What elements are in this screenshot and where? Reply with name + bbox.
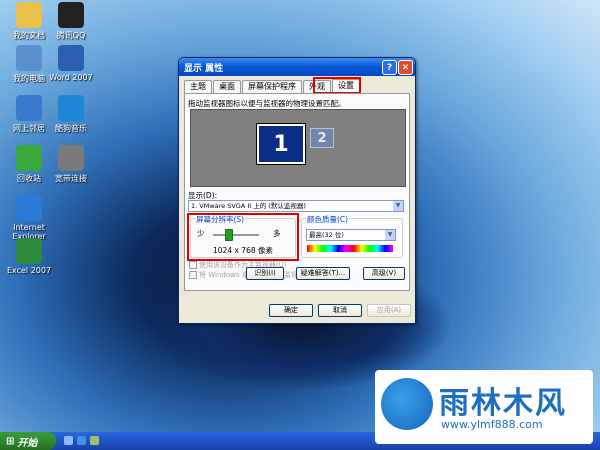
- tab-desktop[interactable]: 桌面: [213, 80, 241, 93]
- computer-icon: [16, 45, 42, 71]
- desktop-icon-label: 酷狗音乐: [55, 124, 87, 133]
- help-button[interactable]: ?: [382, 60, 397, 75]
- qq-penguin-icon: [58, 2, 84, 28]
- broadband-icon: [58, 145, 84, 171]
- troubleshoot-button[interactable]: 疑难解答(T)...: [296, 267, 350, 280]
- display-select-value: 1. VMware SVGA II 上的 (默认监视器): [191, 202, 306, 210]
- display-properties-dialog: 显示 属性 ? ✕ 主题 桌面 屏幕保护程序 外观 设置 拖动监视器图标以便与监…: [178, 57, 416, 324]
- color-quality-value: 最高(32 位): [309, 231, 344, 239]
- apply-button[interactable]: 应用(A): [367, 304, 411, 317]
- settings-panel: 拖动监视器图标以便与监视器的物理设置匹配。 1 2 显示(D): 1. VMwa…: [184, 93, 410, 291]
- identify-button[interactable]: 识别(I): [246, 267, 284, 280]
- start-label: 开始: [17, 437, 38, 449]
- chevron-down-icon: ▼: [385, 230, 395, 240]
- desktop-icon[interactable]: 腾讯QQ: [44, 2, 98, 41]
- cancel-button[interactable]: 取消: [318, 304, 362, 317]
- color-quality-title: 颜色质量(C): [306, 214, 350, 225]
- show-desktop-icon[interactable]: [64, 436, 73, 445]
- checkbox-box: [189, 271, 197, 279]
- ylmf-logo-icon: [381, 378, 433, 430]
- desktop-icon-label: Excel 2007: [6, 266, 52, 275]
- media-quicklaunch-icon[interactable]: [90, 436, 99, 445]
- dialog-title: 显示 属性: [184, 63, 224, 74]
- dialog-titlebar[interactable]: 显示 属性: [179, 58, 415, 76]
- monitor-description: 拖动监视器图标以便与监视器的物理设置匹配。: [188, 99, 346, 108]
- highlight-resolution: [187, 213, 299, 261]
- desktop-icon[interactable]: 宽带连接: [44, 145, 98, 184]
- tab-theme[interactable]: 主题: [184, 80, 212, 93]
- network-icon: [16, 95, 42, 121]
- monitor-arrangement[interactable]: 1 2: [190, 109, 406, 187]
- desktop-icon-label: 腾讯QQ: [56, 31, 86, 40]
- chevron-down-icon: ▼: [393, 201, 403, 211]
- color-quality-select[interactable]: 最高(32 位) ▼: [306, 229, 396, 241]
- start-button[interactable]: ⊞ 开始: [0, 432, 56, 450]
- desktop-icon[interactable]: Internet Explorer: [2, 195, 56, 241]
- help-icon: ?: [386, 62, 393, 73]
- advanced-button[interactable]: 高级(V): [363, 267, 405, 280]
- watermark-url: www.ylmf888.com: [441, 418, 543, 431]
- ok-button[interactable]: 确定: [269, 304, 313, 317]
- windows-logo-icon: ⊞: [6, 435, 15, 447]
- kugou-icon: [58, 95, 84, 121]
- desktop-icon[interactable]: 酷狗音乐: [44, 95, 98, 134]
- close-button[interactable]: ✕: [398, 60, 413, 75]
- watermark: 雨林木风 www.ylmf888.com: [375, 370, 593, 444]
- word-icon: [58, 45, 84, 71]
- color-spectrum-bar: [307, 245, 393, 252]
- tab-screensaver[interactable]: 屏幕保护程序: [242, 80, 302, 93]
- color-quality-group: 颜色质量(C) 最高(32 位) ▼: [301, 214, 403, 258]
- display-select[interactable]: 1. VMware SVGA II 上的 (默认监视器) ▼: [188, 200, 404, 212]
- desktop-icon-label: Word 2007: [49, 73, 93, 82]
- desktop-icon[interactable]: Word 2007: [44, 45, 98, 82]
- highlight-settings-tab: [313, 77, 361, 94]
- ie-quicklaunch-icon[interactable]: [77, 436, 86, 445]
- desktop-icon[interactable]: Excel 2007: [2, 238, 56, 275]
- folder-icon: [16, 2, 42, 28]
- monitor-1[interactable]: 1: [256, 123, 306, 165]
- recycle-bin-icon: [16, 145, 42, 171]
- desktop-icon-label: 宽带连接: [55, 174, 87, 183]
- monitor-2[interactable]: 2: [310, 128, 334, 148]
- close-icon: ✕: [401, 62, 410, 73]
- checkbox-box: [189, 261, 197, 269]
- excel-icon: [16, 238, 42, 264]
- watermark-title: 雨林木风: [439, 386, 567, 421]
- ie-icon: [16, 195, 42, 221]
